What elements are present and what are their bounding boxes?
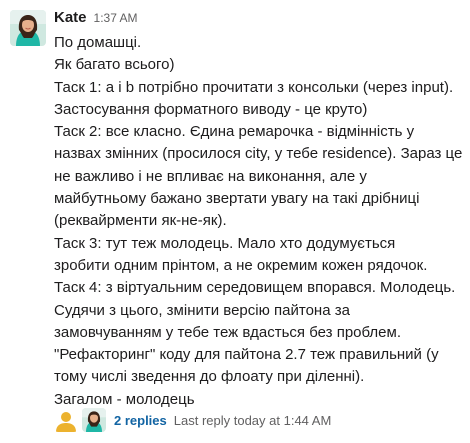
message-line: майбутньому бажано звертати увагу на так… <box>54 190 420 208</box>
message: Kate 1:37 AM По домашці. Як багато всього… <box>0 0 470 443</box>
message-line: Таск 4: з віртуальним середовищем впорав… <box>54 279 456 297</box>
message-line: Таск 3: тут теж молодець. Мало хто додум… <box>54 234 396 252</box>
message-line: Таск 1: a і b потрібно прочитати з консо… <box>54 78 454 96</box>
message-line: Судячи з цього, змінити версію пайтона з… <box>54 301 350 319</box>
message-body: По домашці. Як багато всього) Таск 1: a … <box>54 32 464 411</box>
message-line: Застосування форматного виводу - це крут… <box>54 100 368 118</box>
thread-summary[interactable]: 2 replies Last reply today at 1:44 AM <box>54 407 331 433</box>
message-timestamp[interactable]: 1:37 AM <box>94 11 138 25</box>
message-line: По домашці. <box>54 34 142 51</box>
message-line: замовчуванням у тебе теж вдасться без пр… <box>54 323 401 341</box>
replies-link[interactable]: 2 replies <box>114 413 167 428</box>
last-reply-info: Last reply today at 1:44 AM <box>173 412 332 428</box>
message-line: назвах змінних (просилося city, у тебе r… <box>54 145 463 163</box>
author-name[interactable]: Kate <box>54 9 87 26</box>
message-header: Kate 1:37 AM <box>54 9 138 29</box>
reply-avatar-default-user-icon <box>54 408 78 432</box>
message-line: Як багато всього) <box>54 56 175 74</box>
message-line: зробити одним прінтом, а не окремим коже… <box>54 256 428 274</box>
author-avatar[interactable] <box>10 10 46 46</box>
reply-avatar-kate <box>82 408 106 432</box>
message-line: (реквайрменти як-не-як). <box>54 212 227 230</box>
message-line: "Рефакторинг" коду для пайтона 2.7 теж п… <box>54 346 439 364</box>
message-line: тому числі зведення до флоату при діленн… <box>54 368 365 386</box>
message-line: Таск 2: все класно. Єдина ремарочка - ві… <box>54 123 415 141</box>
message-line: не важливо і не впливає на виконання, ал… <box>54 167 367 185</box>
